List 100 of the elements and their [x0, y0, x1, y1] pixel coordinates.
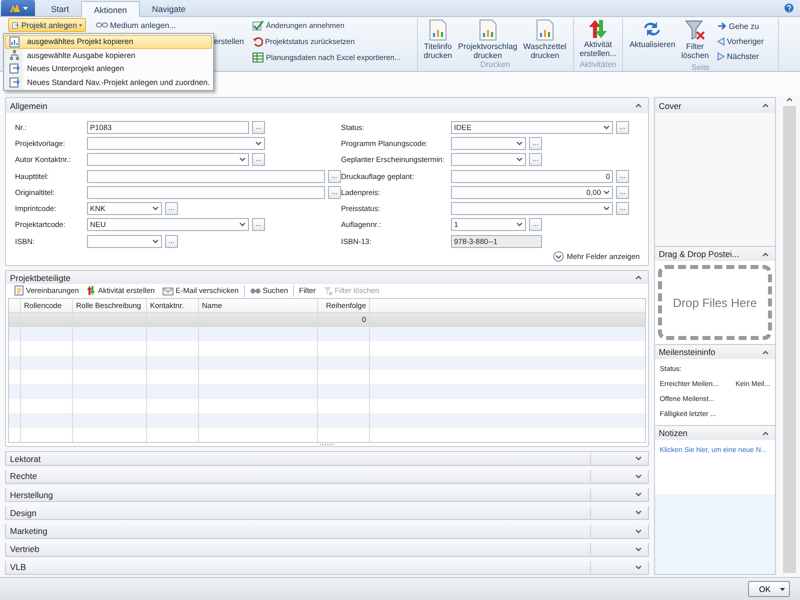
expand-icon: [634, 564, 642, 570]
ribbon-label[interactable]: erstellen: [210, 34, 248, 48]
collapsed-section[interactable]: Lektorat: [5, 451, 649, 466]
resize-grip-icon[interactable]: [320, 443, 334, 446]
hierarchy-icon: [9, 49, 20, 62]
ribbon-tab[interactable]: Start: [39, 1, 81, 16]
caret-icon: [780, 588, 785, 590]
chevron-down-icon: [516, 140, 523, 146]
factbox-header[interactable]: Drag & Drop Postei...: [654, 246, 776, 261]
input-field[interactable]: [87, 186, 325, 199]
chevron-down-icon: [239, 157, 246, 162]
expand-icon: [634, 546, 642, 552]
collapse-icon: [762, 103, 770, 108]
collapse-icon: [634, 275, 642, 280]
dropdown-field[interactable]: [87, 153, 249, 166]
section-title: Design: [10, 508, 38, 518]
chevron-down-icon: [516, 222, 523, 228]
section-title: Rechte: [10, 471, 38, 482]
expand-icon: [634, 510, 642, 516]
ribbon-button[interactable]: Gehe zu: [712, 19, 768, 33]
dropdown-field[interactable]: [87, 136, 265, 150]
ribbon-button[interactable]: Projekt anlegen: [8, 18, 86, 32]
undo-icon: [252, 36, 263, 46]
ok-button[interactable]: OK: [748, 581, 790, 597]
app-menu-button[interactable]: [1, 0, 35, 16]
chevron-down-icon: [603, 190, 610, 195]
chevron-down-icon: [152, 238, 159, 244]
section-title: Marketing: [10, 526, 48, 536]
chevron-down-icon: [603, 124, 610, 130]
collapse-icon: [634, 103, 642, 108]
collapsed-section[interactable]: Marketing: [5, 524, 649, 539]
expand-icon: [634, 492, 642, 498]
section-title: Lektorat: [10, 454, 42, 464]
chevron-down-icon: [516, 157, 523, 162]
link-icon: [96, 21, 108, 29]
collapse-icon: [762, 430, 770, 436]
factbox-header[interactable]: Meilensteininfo: [654, 344, 776, 359]
caret-icon: [22, 6, 28, 10]
collapse-icon: [786, 97, 794, 102]
report-chart-icon: [428, 19, 448, 41]
ribbon-button[interactable]: Aktivität erstellen...: [578, 18, 618, 60]
factbox-header[interactable]: Cover: [654, 98, 776, 113]
spreadsheet-icon: [252, 52, 264, 62]
expand-icon: [634, 528, 642, 534]
chevron-down-icon: [603, 206, 610, 212]
checkmark-icon: [252, 20, 264, 30]
dropdown-field[interactable]: [451, 153, 526, 166]
group-label: Aktivitäten: [578, 60, 618, 71]
ribbon-button[interactable]: Projektvorschlag drucken: [456, 18, 520, 60]
section-title: Vertrieb: [10, 544, 40, 554]
ribbon-button[interactable]: Titelinfo drucken: [422, 18, 454, 60]
report-chart-icon: [478, 19, 498, 41]
collapsed-section[interactable]: Rechte: [5, 470, 649, 484]
chevron-down-icon: [152, 206, 159, 212]
input-field[interactable]: [87, 170, 325, 183]
ribbon-button[interactable]: Vorheriger: [712, 34, 768, 48]
up-down-arrows-icon: [86, 286, 96, 296]
expand-icon: [634, 474, 642, 479]
right-arrow-icon: [716, 22, 727, 30]
collapse-icon: [762, 252, 770, 256]
app-logo-icon: [8, 3, 20, 13]
collapsed-section[interactable]: Design: [5, 506, 649, 520]
factbox-header[interactable]: Notizen: [654, 425, 776, 440]
section-title: VLB: [10, 562, 28, 572]
collapsed-section[interactable]: Herstellung: [5, 488, 649, 502]
chevron-down-icon: [239, 222, 246, 228]
filter-clear-icon: [322, 286, 333, 296]
ribbon-tab[interactable]: Aktionen: [80, 1, 140, 17]
section-header[interactable]: Projektbeteiligte: [6, 271, 648, 284]
report-chart-icon: [534, 19, 555, 41]
document-chart-icon: [9, 36, 20, 48]
expand-icon: [634, 456, 642, 462]
drop-zone[interactable]: Drop Files Here: [658, 265, 772, 340]
ribbon-button[interactable]: Nächster: [712, 49, 768, 63]
caret-icon: [78, 24, 82, 26]
envelope-icon: [162, 286, 174, 296]
ribbon-button[interactable]: Aktualisieren: [627, 18, 678, 63]
side-scrollbar[interactable]: [783, 106, 796, 573]
group-label: Seite: [690, 63, 711, 72]
collapse-icon: [762, 350, 770, 354]
dropdown-field[interactable]: [451, 202, 613, 216]
binoculars-icon: [250, 287, 261, 294]
dropdown-field[interactable]: [87, 234, 162, 248]
collapsed-section[interactable]: VLB: [5, 560, 649, 576]
dropdown-field[interactable]: [451, 136, 526, 150]
help-icon[interactable]: [784, 3, 794, 13]
left-triangle-icon: [716, 36, 725, 46]
right-triangle-icon: [716, 52, 725, 60]
group-label: Drucken: [479, 60, 512, 71]
section-title: Herstellung: [10, 490, 54, 500]
ribbon-button[interactable]: Filter löschen: [679, 18, 711, 63]
chevron-down-icon: [255, 140, 262, 146]
section-header[interactable]: Allgemein: [6, 98, 648, 113]
ribbon-button[interactable]: Waschzettel drucken: [521, 18, 569, 60]
ribbon-button[interactable]: Medium anlegen...: [92, 18, 180, 32]
ribbon-tab[interactable]: Navigate: [140, 1, 198, 16]
chevron-circle-icon: [552, 251, 564, 262]
document-icon: [14, 285, 24, 296]
up-down-arrows-icon: [587, 19, 610, 39]
collapsed-section[interactable]: Vertrieb: [5, 542, 649, 557]
